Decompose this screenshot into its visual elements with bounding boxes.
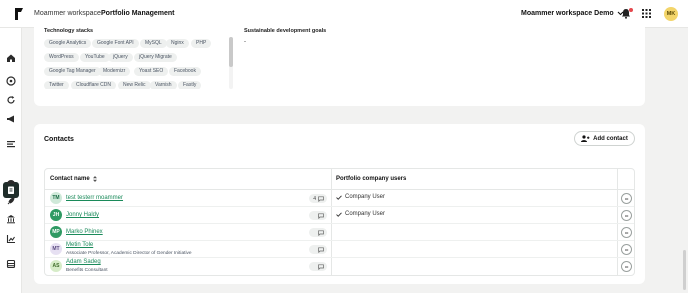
user-avatar[interactable]: MK (664, 7, 678, 21)
contact-name-link[interactable]: Metin Tole (66, 242, 93, 248)
comment-icon (318, 263, 324, 270)
contact-name-link[interactable]: Marko Phinex (66, 229, 103, 235)
refresh-icon[interactable] (6, 95, 16, 105)
more-options-icon[interactable]: ••• (621, 227, 632, 238)
comment-icon (318, 246, 324, 253)
table-row[interactable]: JH Jonny Haldy Company User ••• (45, 207, 634, 224)
tech-chip: PHP (191, 39, 212, 48)
sdg-title: Sustainable development goals (244, 28, 327, 34)
database-icon[interactable] (6, 259, 16, 269)
tech-stack-title: Technology stacks (44, 28, 94, 34)
sdg-value: - (244, 39, 246, 45)
contact-avatar: MP (50, 226, 62, 238)
gauge-icon[interactable] (6, 177, 16, 187)
company-user-status: Company User (336, 194, 385, 200)
check-icon (336, 194, 342, 200)
tech-stack-chips: Google Analytics Google Font API MySQL N… (44, 39, 226, 89)
comment-icon (318, 229, 324, 236)
more-options-icon[interactable]: ••• (621, 261, 632, 272)
tech-chip: MySQL (140, 39, 167, 48)
add-contact-label: Add contact (593, 135, 628, 142)
tech-chip: New Relic (118, 81, 151, 89)
more-options-icon[interactable]: ••• (621, 193, 632, 204)
rocket-icon[interactable] (6, 196, 16, 206)
contact-avatar: TM (50, 192, 62, 204)
comment-icon (318, 212, 324, 219)
add-user-icon (581, 135, 590, 142)
company-user-label: Company User (345, 211, 386, 217)
tech-chip: jQuery (108, 53, 133, 62)
company-user-status: Company User (336, 211, 385, 217)
app-logo-icon[interactable] (14, 8, 24, 20)
table-header-row: Contact name Portfolio company users (45, 169, 634, 190)
contact-avatar: MT (50, 243, 62, 255)
contacts-title: Contacts (44, 136, 74, 143)
more-options-icon[interactable]: ••• (621, 244, 632, 255)
tech-chip: Fastly (178, 81, 202, 89)
page-scrollbar[interactable] (683, 250, 686, 290)
tech-chip: Google Analytics (44, 39, 92, 48)
contacts-table: Contact name Portfolio company users TM t… (44, 168, 635, 276)
company-user-label: Company User (345, 194, 386, 200)
notification-dot (629, 8, 633, 12)
sort-icon[interactable] (92, 176, 97, 182)
contact-name-link[interactable]: Jonny Haldy (66, 212, 99, 218)
megaphone-icon[interactable] (6, 114, 16, 124)
table-row[interactable]: MT Metin Tole Associate Professor, Academi… (45, 241, 634, 258)
breadcrumb-workspace[interactable]: Moammer workspace (34, 10, 101, 17)
contact-name-header-label: Contact name (50, 176, 90, 182)
comments-button[interactable] (309, 262, 327, 271)
contact-avatar: JH (50, 209, 62, 221)
portfolio-users-header: Portfolio company users (336, 176, 407, 182)
compass-icon[interactable] (6, 76, 16, 86)
tech-chip: Nginx (166, 39, 189, 48)
contact-name-header[interactable]: Contact name (50, 176, 97, 182)
tech-chip: Modernizr (98, 67, 131, 76)
comments-button[interactable] (309, 228, 327, 237)
contacts-card: Contacts Add contact Contact name Portfo… (34, 124, 645, 284)
table-row[interactable]: TM test testerr moammer 4 Company User ••• (45, 190, 634, 207)
page-title: Portfolio Management (101, 10, 175, 17)
comments-button[interactable] (309, 245, 327, 254)
workspace-switcher-label: Moammer workspace Demo (521, 10, 614, 17)
home-icon[interactable] (6, 53, 16, 63)
check-icon (336, 211, 342, 217)
contact-name-link[interactable]: test testerr moammer (66, 195, 123, 201)
tech-chip: jQuery Migrate (134, 53, 177, 62)
tech-chip: Facebook (169, 67, 201, 76)
tech-chip: Google Font API (92, 39, 139, 48)
tech-chip: Cloudflare CDN (71, 81, 117, 89)
workspace-switcher[interactable]: Moammer workspace Demo (521, 10, 624, 17)
sidebar (0, 28, 22, 293)
table-row[interactable]: MP Marko Phinex ••• (45, 224, 634, 241)
more-options-icon[interactable]: ••• (621, 210, 632, 221)
tech-chip: Yoast SEO (134, 67, 169, 76)
contact-title: Benefits Consultant (66, 268, 108, 273)
apps-grid-icon[interactable] (642, 9, 651, 18)
tech-chip: Twitter (44, 81, 69, 89)
tech-chip: WordPress (44, 53, 79, 62)
tech-chip: YouTube (80, 53, 110, 62)
company-profile-card: Technology stacks Google Analytics Googl… (34, 22, 645, 106)
contact-avatar: AS (50, 260, 62, 272)
contact-name-link[interactable]: Adam Sadeg (66, 259, 101, 265)
comments-button[interactable] (309, 211, 327, 220)
chart-icon[interactable] (6, 234, 16, 244)
comment-count: 4 (313, 195, 316, 202)
contact-title: Associate Professor, Academic Director o… (66, 251, 192, 256)
chips-scroll-thumb[interactable] (229, 37, 233, 67)
comments-button[interactable]: 4 (309, 194, 327, 203)
add-contact-button[interactable]: Add contact (574, 131, 635, 146)
comment-icon (318, 195, 324, 202)
list-icon[interactable] (6, 139, 16, 149)
bank-icon[interactable] (6, 214, 16, 224)
tech-chip: Varnish (150, 81, 177, 89)
tech-chip: Google Tag Manager (44, 67, 101, 76)
table-row[interactable]: AS Adam Sadeg Benefits Consultant ••• (45, 258, 634, 275)
